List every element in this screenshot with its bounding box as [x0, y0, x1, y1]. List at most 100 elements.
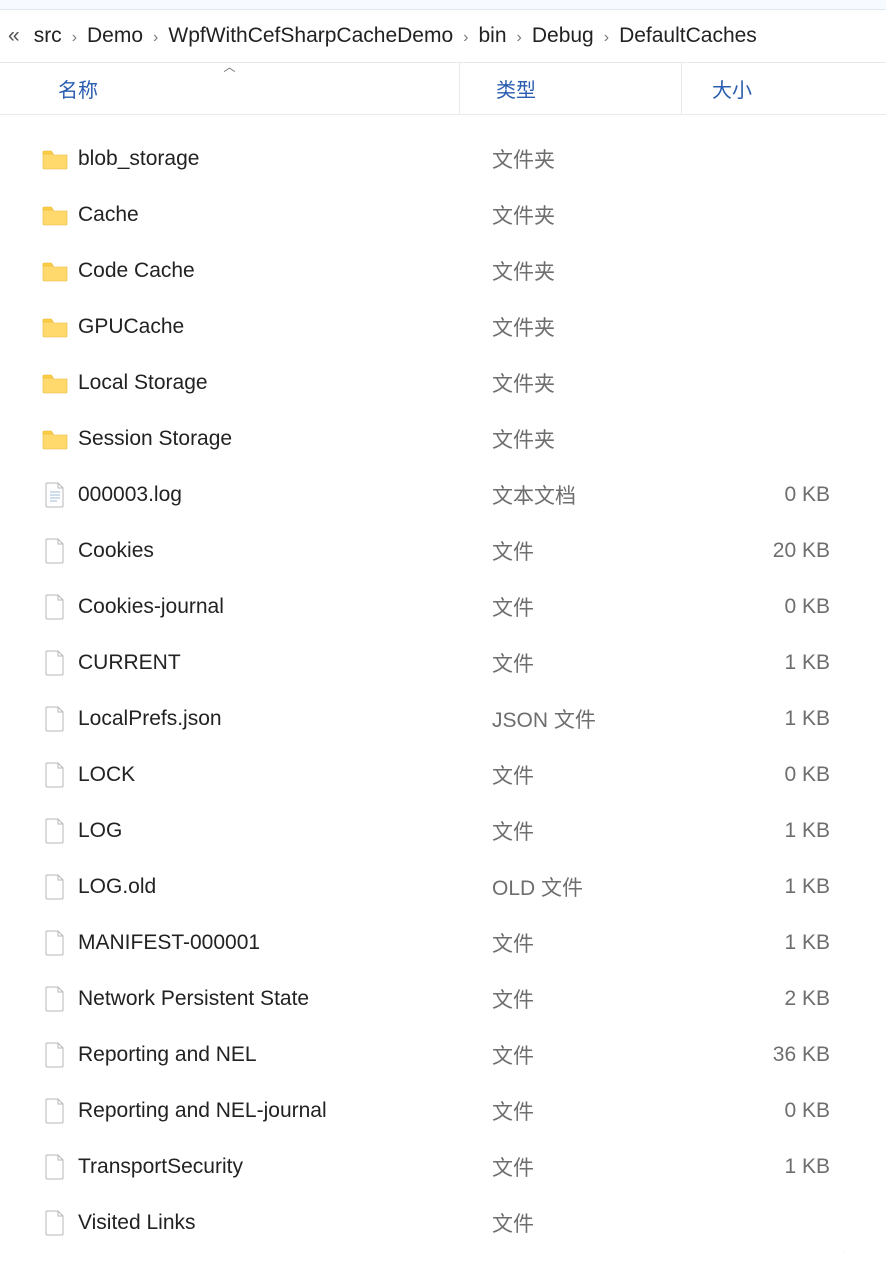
item-size: 36 KB — [710, 1043, 886, 1067]
item-type: JSON 文件 — [492, 704, 710, 734]
chevron-right-icon: › — [600, 29, 613, 46]
item-type: 文件 — [492, 928, 710, 958]
breadcrumb-item[interactable]: src — [28, 22, 68, 49]
item-name: Cookies-journal — [78, 595, 492, 619]
item-name: 000003.log — [78, 483, 492, 507]
item-size: 1 KB — [710, 707, 886, 731]
item-type: 文件 — [492, 1208, 710, 1238]
folder-icon — [40, 144, 70, 174]
item-name: GPUCache — [78, 315, 492, 339]
list-item[interactable]: Cookies-journal文件0 KB — [0, 579, 886, 635]
list-item[interactable]: Code Cache文件夹 — [0, 243, 886, 299]
file-icon — [40, 872, 70, 902]
file-icon — [40, 704, 70, 734]
chevron-right-icon: › — [68, 29, 81, 46]
list-item[interactable]: LOG文件1 KB — [0, 803, 886, 859]
item-name: CURRENT — [78, 651, 492, 675]
breadcrumb-item[interactable]: Debug — [526, 22, 600, 49]
item-type: 文件 — [492, 536, 710, 566]
file-icon — [40, 648, 70, 678]
item-name: LOG — [78, 819, 492, 843]
item-name: Cookies — [78, 539, 492, 563]
folder-icon — [40, 424, 70, 454]
column-header-type-label: 类型 — [496, 74, 536, 103]
file-list: blob_storage文件夹Cache文件夹Code Cache文件夹GPUC… — [0, 115, 886, 1251]
item-type: 文件夹 — [492, 424, 710, 454]
item-name: Reporting and NEL-journal — [78, 1099, 492, 1123]
folder-icon — [40, 256, 70, 286]
breadcrumb-item[interactable]: DefaultCaches — [613, 22, 763, 49]
file-icon — [40, 928, 70, 958]
window-chrome-strip — [0, 0, 886, 10]
item-type: 文件夹 — [492, 200, 710, 230]
column-header-type[interactable]: 类型 — [460, 63, 682, 114]
item-type: 文件 — [492, 592, 710, 622]
breadcrumb-item[interactable]: Demo — [81, 22, 149, 49]
item-type: 文件 — [492, 1152, 710, 1182]
item-size: 0 KB — [710, 1099, 886, 1123]
chevron-right-icon: › — [149, 29, 162, 46]
file-icon — [40, 1208, 70, 1238]
breadcrumb-item[interactable]: bin — [472, 22, 512, 49]
list-item[interactable]: GPUCache文件夹 — [0, 299, 886, 355]
file-icon — [40, 1040, 70, 1070]
breadcrumb-item[interactable]: WpfWithCefSharpCacheDemo — [162, 22, 459, 49]
item-name: Visited Links — [78, 1211, 492, 1235]
list-item[interactable]: Session Storage文件夹 — [0, 411, 886, 467]
column-header-name[interactable]: ︿ 名称 — [0, 63, 460, 114]
sort-caret-up-icon: ︿ — [0, 61, 459, 73]
file-icon — [40, 536, 70, 566]
list-item[interactable]: Local Storage文件夹 — [0, 355, 886, 411]
item-name: Session Storage — [78, 427, 492, 451]
folder-icon — [40, 312, 70, 342]
item-type: 文件夹 — [492, 312, 710, 342]
item-name: LocalPrefs.json — [78, 707, 492, 731]
item-type: 文件 — [492, 760, 710, 790]
breadcrumb-overflow[interactable]: « — [4, 24, 24, 48]
list-item[interactable]: Reporting and NEL文件36 KB — [0, 1027, 886, 1083]
list-item[interactable]: blob_storage文件夹 — [0, 131, 886, 187]
file-icon — [40, 592, 70, 622]
column-headers: ︿ 名称 类型 大小 — [0, 63, 886, 115]
list-item[interactable]: Network Persistent State文件2 KB — [0, 971, 886, 1027]
item-size: 1 KB — [710, 1155, 886, 1179]
item-type: 文件夹 — [492, 256, 710, 286]
item-name: MANIFEST-000001 — [78, 931, 492, 955]
item-type: OLD 文件 — [492, 872, 710, 902]
item-type: 文件 — [492, 984, 710, 1014]
list-item[interactable]: Visited Links文件 — [0, 1195, 886, 1251]
list-item[interactable]: Cache文件夹 — [0, 187, 886, 243]
item-size: 1 KB — [710, 875, 886, 899]
list-item[interactable]: TransportSecurity文件1 KB — [0, 1139, 886, 1195]
list-item[interactable]: MANIFEST-000001文件1 KB — [0, 915, 886, 971]
item-type: 文件 — [492, 1096, 710, 1126]
file-icon — [40, 1152, 70, 1182]
list-item[interactable]: 000003.log文本文档0 KB — [0, 467, 886, 523]
file-icon — [40, 1096, 70, 1126]
list-item[interactable]: LOCK文件0 KB — [0, 747, 886, 803]
item-name: blob_storage — [78, 147, 492, 171]
item-size: 1 KB — [710, 819, 886, 843]
list-item[interactable]: Cookies文件20 KB — [0, 523, 886, 579]
folder-icon — [40, 368, 70, 398]
item-type: 文件夹 — [492, 144, 710, 174]
list-item[interactable]: CURRENT文件1 KB — [0, 635, 886, 691]
list-item[interactable]: Reporting and NEL-journal文件0 KB — [0, 1083, 886, 1139]
item-type: 文件 — [492, 816, 710, 846]
item-type: 文件 — [492, 648, 710, 678]
file-icon — [40, 984, 70, 1014]
item-name: Local Storage — [78, 371, 492, 395]
item-type: 文件 — [492, 1040, 710, 1070]
column-header-size[interactable]: 大小 — [682, 63, 886, 114]
chevron-right-icon: › — [459, 29, 472, 46]
folder-icon — [40, 200, 70, 230]
list-item[interactable]: LOG.oldOLD 文件1 KB — [0, 859, 886, 915]
item-size: 0 KB — [710, 595, 886, 619]
list-item[interactable]: LocalPrefs.jsonJSON 文件1 KB — [0, 691, 886, 747]
column-header-size-label: 大小 — [712, 74, 752, 103]
item-name: Cache — [78, 203, 492, 227]
item-size: 20 KB — [710, 539, 886, 563]
item-name: LOG.old — [78, 875, 492, 899]
breadcrumb[interactable]: « src›Demo›WpfWithCefSharpCacheDemo›bin›… — [0, 10, 886, 63]
item-name: TransportSecurity — [78, 1155, 492, 1179]
